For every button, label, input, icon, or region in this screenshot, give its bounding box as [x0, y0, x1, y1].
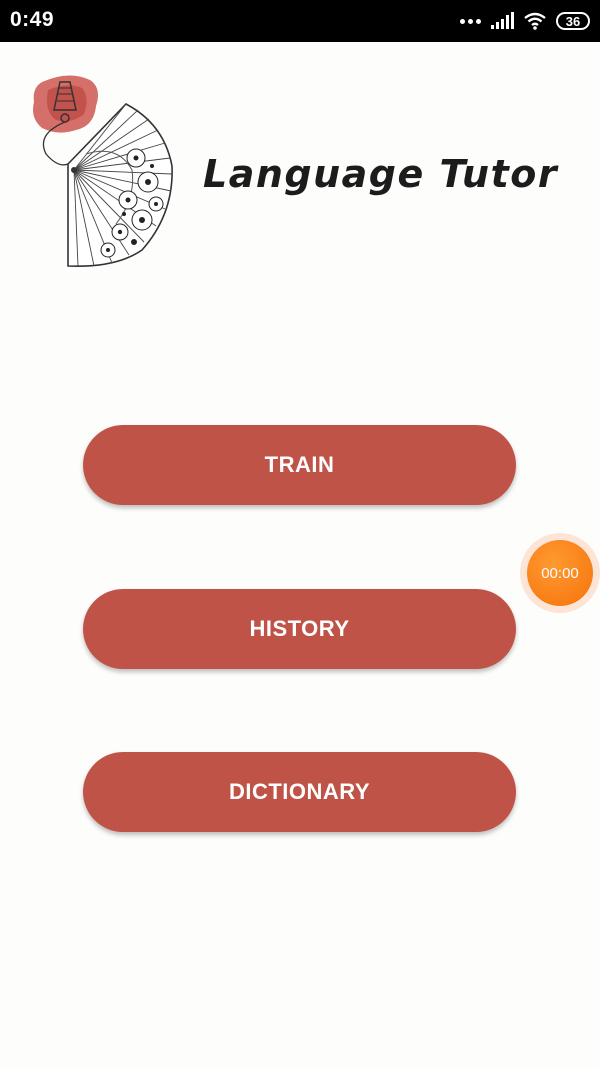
folding-fan-logo: [33, 75, 173, 267]
status-bar: 0:49 36: [0, 0, 600, 42]
train-button[interactable]: TRAIN: [83, 425, 516, 505]
app-title: Language Tutor: [203, 152, 559, 196]
battery-level: 36: [565, 13, 581, 29]
wifi-icon: [524, 12, 546, 30]
battery-icon: 36: [556, 12, 590, 30]
more-dots-icon: [460, 18, 481, 24]
floating-timer-button[interactable]: 00:00: [520, 533, 600, 613]
status-time: 0:49: [10, 8, 55, 31]
history-button[interactable]: HISTORY: [83, 589, 516, 669]
timer-face[interactable]: 00:00: [527, 540, 593, 606]
timer-label: 00:00: [541, 564, 579, 582]
signal-icon: [491, 12, 514, 29]
dictionary-button[interactable]: DICTIONARY: [83, 752, 516, 832]
status-icons: 36: [460, 10, 590, 32]
